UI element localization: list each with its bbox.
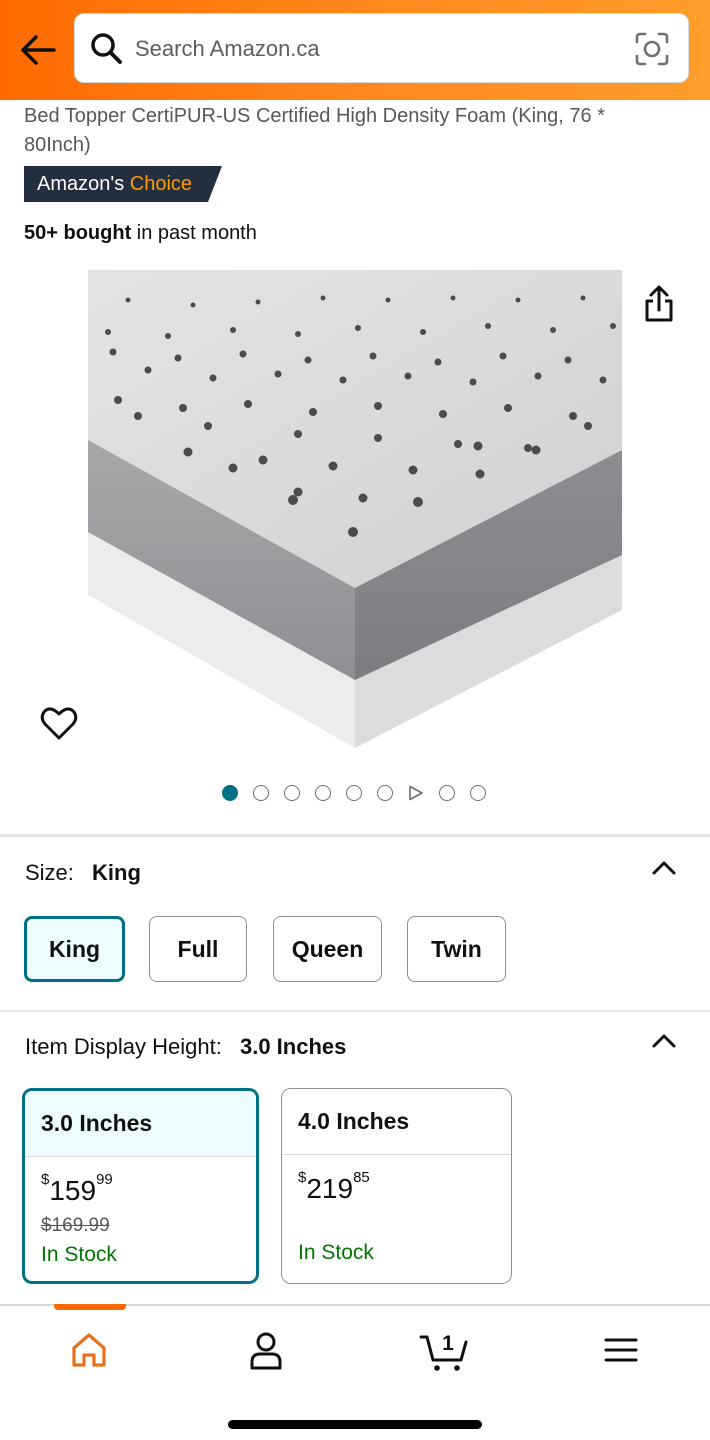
back-button[interactable] bbox=[16, 28, 60, 72]
video-play-icon[interactable] bbox=[408, 785, 424, 801]
badge-prefix: Amazon's bbox=[37, 173, 125, 195]
price-currency: $ bbox=[41, 1171, 50, 1188]
home-indicator-bar bbox=[228, 1420, 482, 1429]
carousel-dot[interactable] bbox=[377, 785, 393, 801]
price-currency: $ bbox=[298, 1169, 307, 1186]
section-divider bbox=[0, 834, 710, 837]
price-whole: 219 bbox=[306, 1173, 354, 1204]
size-option-king[interactable]: King bbox=[24, 916, 125, 982]
bottom-nav: 1 bbox=[0, 1304, 710, 1440]
carousel-dot[interactable] bbox=[439, 785, 455, 801]
price-whole: 159 bbox=[49, 1175, 97, 1206]
search-icon bbox=[91, 33, 122, 64]
height-label: Item Display Height: 3.0 Inches bbox=[25, 1034, 346, 1060]
height-option-4in[interactable]: 4.0 Inches $21985 In Stock bbox=[281, 1088, 512, 1284]
bought-count: 50+ bought in past month bbox=[24, 222, 257, 245]
bought-count-bold: 50+ bought bbox=[24, 222, 132, 244]
stock-status: In Stock bbox=[298, 1241, 374, 1264]
product-title: Bed Topper CertiPUR-US Certified High De… bbox=[24, 105, 605, 156]
top-header bbox=[0, 0, 710, 100]
search-bar[interactable] bbox=[74, 13, 689, 83]
height-selected-value: 3.0 Inches bbox=[239, 1034, 347, 1059]
height-option-3in[interactable]: 3.0 Inches $15999 $169.99 In Stock bbox=[22, 1088, 259, 1284]
back-arrow-icon bbox=[21, 35, 56, 65]
carousel-dot[interactable] bbox=[284, 785, 300, 801]
size-option-full[interactable]: Full bbox=[149, 916, 247, 982]
chevron-up-icon[interactable] bbox=[650, 858, 678, 878]
price-fraction: 99 bbox=[96, 1171, 113, 1188]
cart-count: 1 bbox=[442, 1332, 454, 1355]
carousel-dot[interactable] bbox=[346, 785, 362, 801]
heart-icon[interactable] bbox=[38, 702, 80, 744]
section-divider bbox=[0, 1010, 710, 1012]
height-option-label: 4.0 Inches bbox=[282, 1089, 511, 1155]
home-icon[interactable] bbox=[67, 1328, 111, 1372]
price: $15999 bbox=[41, 1171, 113, 1207]
size-option-queen[interactable]: Queen bbox=[273, 916, 382, 982]
list-price: $169.99 bbox=[41, 1215, 110, 1236]
size-label-text: Size: bbox=[25, 860, 74, 885]
carousel-dot-active[interactable] bbox=[222, 785, 238, 801]
carousel-dot[interactable] bbox=[470, 785, 486, 801]
product-image[interactable] bbox=[88, 270, 622, 750]
cart-icon[interactable]: 1 bbox=[418, 1328, 470, 1372]
active-tab-indicator bbox=[54, 1304, 126, 1310]
search-input[interactable] bbox=[135, 28, 615, 70]
height-option-label: 3.0 Inches bbox=[25, 1091, 256, 1157]
carousel-dot[interactable] bbox=[253, 785, 269, 801]
size-label: Size: King bbox=[25, 860, 141, 886]
stock-status: In Stock bbox=[41, 1243, 117, 1266]
account-icon[interactable] bbox=[244, 1328, 288, 1372]
badge-choice: Choice bbox=[129, 173, 193, 195]
amazons-choice-badge: Amazon's Choice bbox=[24, 166, 222, 202]
camera-lens-icon[interactable] bbox=[634, 31, 670, 67]
height-label-text: Item Display Height: bbox=[25, 1034, 222, 1059]
share-icon[interactable] bbox=[640, 284, 678, 324]
size-selected-value: King bbox=[92, 860, 141, 885]
image-carousel-dots bbox=[222, 784, 486, 802]
price-fraction: 85 bbox=[353, 1169, 370, 1186]
carousel-dot[interactable] bbox=[315, 785, 331, 801]
bought-count-rest: in past month bbox=[136, 222, 257, 244]
chevron-up-icon[interactable] bbox=[650, 1031, 678, 1051]
menu-icon[interactable] bbox=[599, 1328, 643, 1372]
price: $21985 bbox=[298, 1169, 370, 1205]
size-option-twin[interactable]: Twin bbox=[407, 916, 506, 982]
